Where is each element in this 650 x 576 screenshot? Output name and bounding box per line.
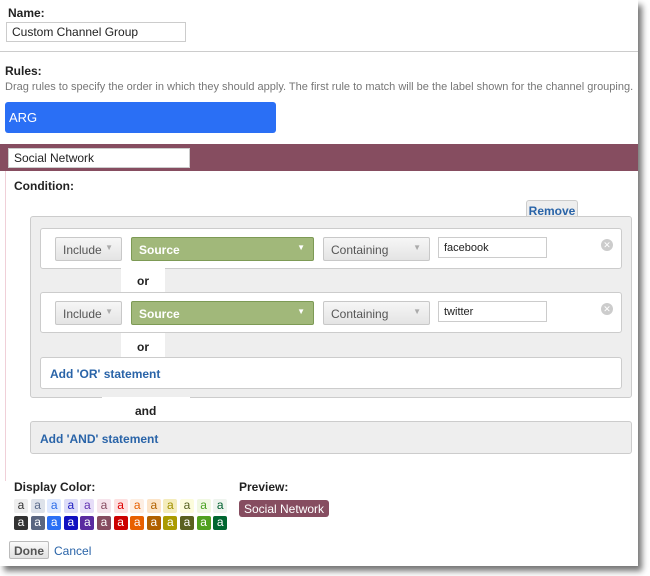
chevron-down-icon: ▼ [105, 243, 113, 252]
cancel-link[interactable]: Cancel [54, 544, 91, 558]
add-or-link[interactable]: Add 'OR' statement [50, 367, 160, 381]
color-swatch-dark-4[interactable]: a [80, 516, 95, 530]
condition-value-input[interactable] [438, 301, 547, 322]
color-swatch-dark-1[interactable]: a [30, 516, 45, 530]
close-icon[interactable]: ✕ [601, 303, 613, 315]
color-swatch-light-9[interactable]: a [163, 499, 178, 513]
close-icon[interactable]: ✕ [601, 239, 613, 251]
chevron-down-icon: ▼ [413, 243, 421, 252]
include-select[interactable]: Include ▼ [55, 237, 122, 261]
color-swatch-dark-8[interactable]: a [146, 516, 161, 530]
divider [0, 51, 638, 52]
color-swatch-light-6[interactable]: a [113, 499, 128, 513]
rules-description: Drag rules to specify the order in which… [5, 81, 634, 93]
name-input[interactable] [6, 22, 186, 42]
color-swatch-light-10[interactable]: a [180, 499, 194, 513]
color-swatch-light-5[interactable]: a [97, 499, 111, 513]
color-swatch-dark-3[interactable]: a [63, 516, 78, 530]
dimension-select[interactable]: Source ▼ [131, 237, 314, 261]
display-color-label: Display Color: [14, 480, 96, 494]
color-swatch-dark-12[interactable]: a [213, 516, 228, 530]
color-swatch-light-1[interactable]: a [30, 499, 45, 513]
color-swatch-dark-0[interactable]: a [14, 516, 28, 530]
dimension-select[interactable]: Source ▼ [131, 301, 314, 325]
color-swatch-light-7[interactable]: a [130, 499, 145, 513]
or-label: or [137, 274, 149, 288]
condition-label: Condition: [14, 179, 74, 193]
color-swatch-dark-7[interactable]: a [130, 516, 145, 530]
color-swatch-light-0[interactable]: a [14, 499, 28, 513]
and-label: and [135, 404, 157, 418]
color-swatch-light-11[interactable]: a [196, 499, 211, 513]
match-select[interactable]: Containing ▼ [323, 237, 430, 261]
color-swatch-dark-6[interactable]: a [113, 516, 128, 530]
add-or-box: Add 'OR' statement [40, 357, 622, 389]
color-swatch-dark-2[interactable]: a [47, 516, 62, 530]
done-button[interactable]: Done [9, 541, 49, 559]
chevron-down-icon: ▼ [413, 307, 421, 316]
chevron-down-icon: ▼ [105, 307, 113, 316]
color-swatch-light-12[interactable]: a [213, 499, 228, 513]
add-and-box: Add 'AND' statement [30, 421, 632, 454]
color-swatch-dark-9[interactable]: a [163, 516, 178, 530]
color-swatch-dark-10[interactable]: a [180, 516, 194, 530]
condition-row: Include▼ Source▼ Containing▼ ✕ [40, 292, 622, 333]
color-swatch-light-4[interactable]: a [80, 499, 95, 513]
color-swatch-light-2[interactable]: a [47, 499, 62, 513]
rule-header[interactable] [0, 144, 638, 171]
name-label: Name: [8, 6, 45, 20]
rule-name-input[interactable] [8, 148, 190, 168]
preview-label: Preview: [239, 480, 289, 494]
condition-row: Include▼ Source▼ Containing▼ ✕ [40, 228, 622, 269]
color-swatch-light-8[interactable]: a [146, 499, 161, 513]
chevron-down-icon: ▼ [297, 243, 305, 252]
or-label: or [137, 340, 149, 354]
preview-badge: Social Network [239, 500, 330, 517]
color-swatch-dark-11[interactable]: a [196, 516, 211, 530]
include-select[interactable]: Include ▼ [55, 301, 122, 325]
rules-label: Rules: [5, 64, 42, 78]
color-swatch-dark-5[interactable]: a [97, 516, 111, 530]
condition-value-input[interactable] [438, 237, 547, 258]
add-and-link[interactable]: Add 'AND' statement [40, 432, 158, 446]
rule-arg[interactable]: ARG [5, 102, 276, 133]
color-swatch-light-3[interactable]: a [63, 499, 78, 513]
channel-group-editor: Name: Rules: Drag rules to specify the o… [0, 0, 638, 566]
match-select[interactable]: Containing ▼ [323, 301, 430, 325]
chevron-down-icon: ▼ [297, 307, 305, 316]
